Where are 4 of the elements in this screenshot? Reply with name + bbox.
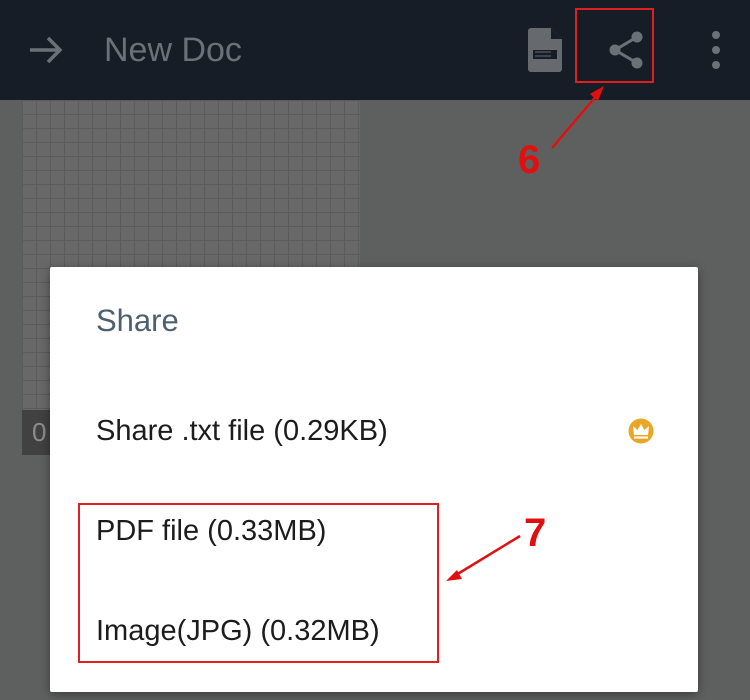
callout-number: 6 bbox=[518, 140, 540, 180]
callout-number: 7 bbox=[524, 513, 546, 553]
dialog-title: Share bbox=[95, 302, 180, 340]
document-title: New Doc bbox=[104, 30, 243, 70]
